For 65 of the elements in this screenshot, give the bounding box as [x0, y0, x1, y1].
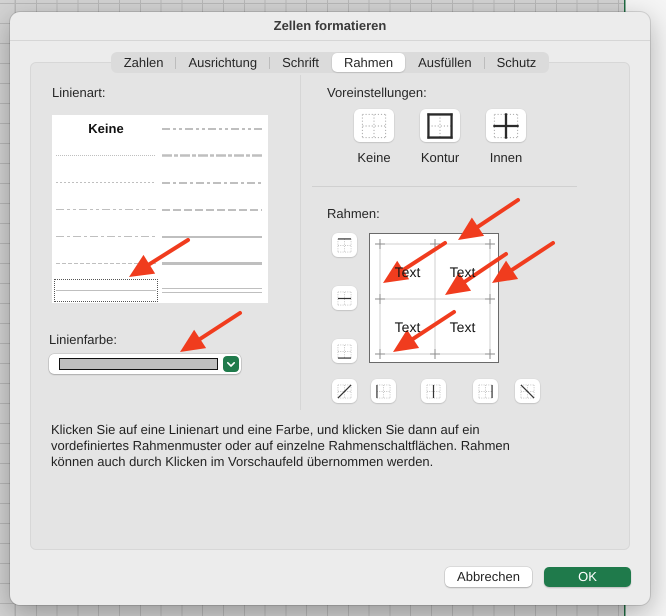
middle-border-icon — [337, 290, 352, 306]
line-pattern-icon — [56, 263, 156, 264]
tab[interactable]: Zahlen — [112, 53, 176, 72]
preview-text: Text — [450, 264, 476, 280]
border-button[interactable] — [332, 286, 357, 310]
border-button[interactable] — [371, 379, 396, 403]
line-pattern-icon — [56, 155, 156, 156]
tab[interactable]: Ausfüllen — [406, 53, 484, 72]
center-border-icon — [426, 384, 441, 398]
top-border-icon — [337, 238, 352, 252]
tab[interactable]: Schrift — [270, 53, 331, 72]
line-pattern-icon — [162, 236, 262, 238]
cross-lines-icon — [493, 112, 519, 138]
line-pattern-icon — [56, 236, 156, 237]
section-label: Rahmen: — [326, 206, 380, 222]
preset-label: Innen — [490, 150, 522, 166]
right-border-icon — [478, 384, 493, 398]
border-button[interactable] — [332, 379, 357, 403]
border-button[interactable] — [332, 233, 357, 257]
bottom-border-icon — [337, 344, 352, 358]
left-border-icon — [376, 384, 391, 398]
tab[interactable]: Schutz — [484, 53, 548, 72]
ok-button[interactable]: OK — [544, 567, 631, 587]
preset-label: Kontur — [420, 150, 460, 166]
line-pattern-icon — [56, 290, 156, 291]
line-pattern-icon — [162, 128, 262, 130]
line-pattern-icon — [56, 182, 156, 183]
color-dropdown[interactable] — [49, 354, 241, 374]
line-pattern-icon — [162, 154, 262, 157]
line-pattern-icon — [162, 262, 262, 265]
chevron-down-icon — [227, 362, 235, 366]
cancel-button[interactable]: Abbrechen — [445, 567, 532, 587]
line-style-option[interactable]: Keine — [54, 117, 158, 140]
diagonal-down-icon — [520, 384, 535, 398]
line-pattern-icon — [162, 182, 262, 184]
window-title: Zellen formatieren — [274, 18, 386, 34]
border-button[interactable] — [473, 379, 498, 403]
tab[interactable]: Ausrichtung — [176, 53, 270, 72]
border-button[interactable] — [421, 379, 446, 403]
border-button[interactable] — [332, 339, 357, 363]
tab[interactable]: Rahmen — [332, 53, 406, 72]
line-style-option[interactable] — [54, 279, 158, 302]
section-label: Voreinstellungen: — [326, 85, 427, 101]
preview-text: Text — [394, 318, 420, 334]
annotation-arrow — [458, 198, 520, 240]
dropdown-button[interactable] — [223, 356, 239, 372]
line-pattern-icon — [162, 208, 262, 210]
line-pattern-icon — [162, 288, 262, 293]
preview-text: Text — [450, 318, 476, 334]
annotation-arrow — [129, 238, 190, 277]
line-pattern-icon — [56, 209, 156, 210]
section-label: Linienfarbe: — [49, 332, 117, 348]
annotation-arrow — [383, 241, 447, 283]
annotation-arrow — [492, 241, 555, 283]
outlined-square-icon — [427, 112, 453, 138]
border-button[interactable] — [515, 379, 540, 403]
preset-button[interactable] — [486, 109, 526, 142]
preset-label: Keine — [357, 150, 391, 166]
diagonal-up-icon — [337, 384, 352, 398]
section-label: Linienart: — [52, 85, 106, 101]
hint-text: Klicken Sie auf eine Linienart und eine Farbe, und klicken Sie dann auf ein vordefiniertes Rahmenmuster oder auf einzelne Rahmenschaltflächen. Rahmen können auch durch Klicken im Vorschaufeld übernommen werden. — [51, 422, 511, 470]
dotted-grid-icon — [361, 112, 387, 138]
annotation-arrow — [445, 252, 508, 295]
annotation-arrow — [180, 311, 242, 352]
preset-button[interactable] — [420, 109, 460, 142]
